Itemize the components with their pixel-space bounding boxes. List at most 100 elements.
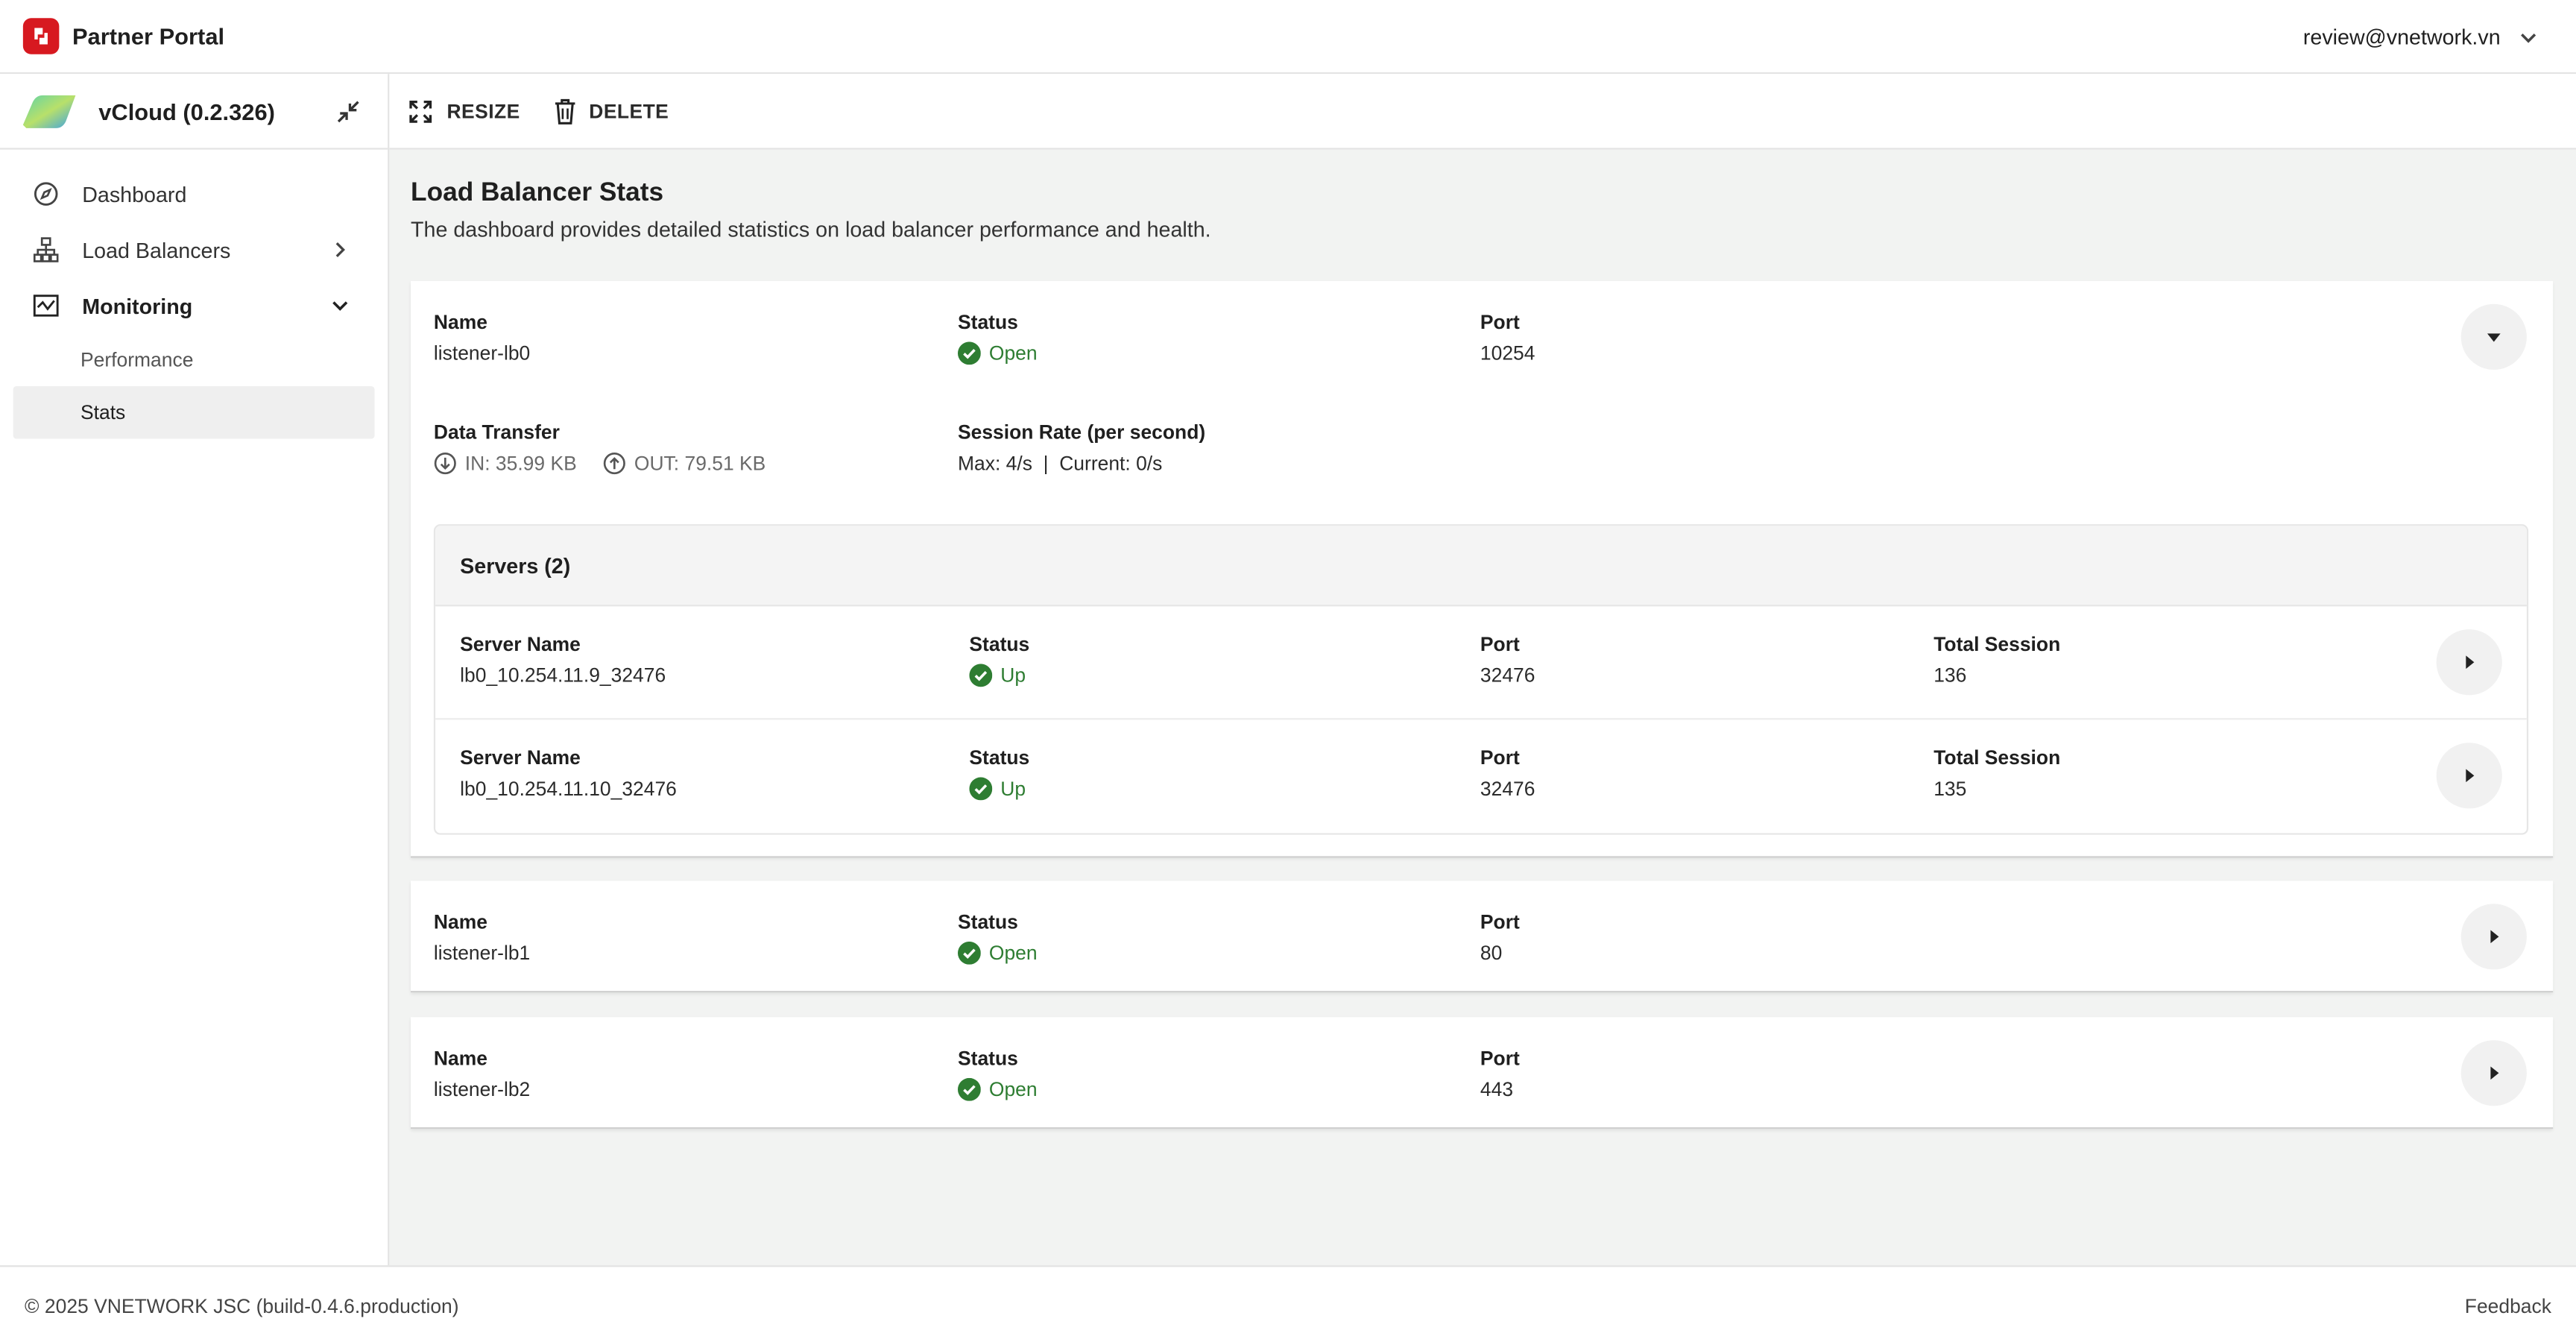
resize-button[interactable]: RESIZE <box>408 98 520 124</box>
listener-name-field: Name listener-lb1 <box>434 910 530 965</box>
field-label: Port <box>1480 910 1520 933</box>
data-transfer-values: IN: 35.99 KB OUT: 79.51 KB <box>434 452 765 475</box>
field-label: Name <box>433 310 487 334</box>
server-name-field: Server Name lb0_10.254.11.10_32476 <box>460 746 677 801</box>
listener-name-field: Name listener-lb2 <box>434 1047 530 1101</box>
status-badge: Up <box>969 777 1029 801</box>
copyright-text: © 2025 VNETWORK JSC (build-0.4.6.product… <box>25 1294 459 1318</box>
sidebar-item-load-balancers[interactable]: Load Balancers <box>0 222 388 278</box>
server-name-field: Server Name lb0_10.254.11.9_32476 <box>460 633 666 687</box>
caret-right-icon <box>2490 930 2499 944</box>
check-circle-icon <box>969 777 993 801</box>
servers-title: Servers (2) <box>435 526 2527 607</box>
sidebar-nav: Dashboard Load Balancers Monitoring Perf… <box>0 150 388 439</box>
table-row: Server Name lb0_10.254.11.9_32476 Status… <box>435 606 2527 720</box>
server-name: lb0_10.254.11.10_32476 <box>460 777 677 801</box>
delete-label: DELETE <box>589 99 669 123</box>
field-label: Port <box>1480 310 1520 334</box>
check-circle-icon <box>957 341 981 365</box>
field-label: Session Rate (per second) <box>957 420 1206 444</box>
servers-panel: Servers (2) Server Name lb0_10.254.11.9_… <box>433 524 2529 835</box>
footer: © 2025 VNETWORK JSC (build-0.4.6.product… <box>0 1265 2576 1339</box>
cloud-logo-icon <box>22 94 76 127</box>
status-badge: Open <box>957 941 1038 965</box>
status-badge: Open <box>957 341 1038 365</box>
caret-down-icon <box>2487 333 2501 342</box>
listener-name: listener-lb1 <box>433 941 531 965</box>
field-label: Status <box>969 632 1030 656</box>
listener-port-field: Port 443 <box>1480 1047 1520 1101</box>
session-rate-values: Max: 4/s | Current: 0/s <box>957 452 1163 475</box>
resize-label: RESIZE <box>446 99 520 123</box>
server-port-field: Port 32476 <box>1480 633 1535 687</box>
server-total-session: 135 <box>1933 777 1967 801</box>
sidebar-subitem-performance[interactable]: Performance <box>13 333 375 386</box>
listener-status-field: Status Open <box>957 910 1038 965</box>
check-circle-icon <box>957 941 981 965</box>
delete-button[interactable]: DELETE <box>553 98 669 124</box>
sidebar-item-label: Dashboard <box>82 181 187 207</box>
project-name: vCloud (0.2.326) <box>98 98 275 125</box>
listener-port: 10254 <box>1480 341 1535 365</box>
main-content: Load Balancer Stats The dashboard provid… <box>389 149 2576 1266</box>
expand-server-button[interactable] <box>2436 629 2502 696</box>
feedback-link[interactable]: Feedback <box>2465 1295 2551 1318</box>
server-name: lb0_10.254.11.9_32476 <box>460 664 666 687</box>
top-bar: Partner Portal review@vnetwork.vn <box>0 0 2576 75</box>
user-menu[interactable]: review@vnetwork.vn <box>2303 0 2540 74</box>
sidebar-item-dashboard[interactable]: Dashboard <box>0 166 388 222</box>
server-status-field: Status Up <box>969 633 1029 687</box>
listener-name-field: Name listener-lb0 <box>434 311 530 365</box>
action-toolbar: RESIZE DELETE <box>389 74 2576 150</box>
status-text: Up <box>1000 664 1026 687</box>
expand-listener-button[interactable] <box>2460 904 2527 970</box>
field-label: Server Name <box>460 632 581 656</box>
server-total-session-field: Total Session 136 <box>1933 633 2060 687</box>
collapse-icon <box>337 101 359 123</box>
monitoring-icon <box>31 291 61 321</box>
field-label: Status <box>957 910 1018 933</box>
server-status-field: Status Up <box>969 746 1029 801</box>
field-label: Port <box>1480 746 1520 769</box>
expand-icon <box>409 99 432 122</box>
sidebar: vCloud (0.2.326) Dashboard Load Balancer… <box>0 74 390 1266</box>
page-description: The dashboard provides detailed statisti… <box>411 216 1211 242</box>
check-circle-icon <box>957 1077 981 1101</box>
listener-card-lb1: Name listener-lb1 Status Open Port 80 <box>411 880 2554 993</box>
server-port: 32476 <box>1480 777 1535 801</box>
listener-name: listener-lb0 <box>433 341 531 365</box>
brand-logo-icon[interactable] <box>22 18 60 54</box>
caret-right-icon <box>2466 655 2475 670</box>
sidebar-item-monitoring[interactable]: Monitoring <box>0 277 388 333</box>
field-label: Status <box>969 746 1030 769</box>
field-label: Server Name <box>460 746 581 769</box>
sitemap-icon <box>31 235 61 265</box>
project-header: vCloud (0.2.326) <box>0 74 388 150</box>
listener-port-field: Port 80 <box>1480 910 1520 965</box>
listener-status-field: Status Open <box>957 311 1038 365</box>
expand-server-button[interactable] <box>2436 743 2502 809</box>
status-badge: Up <box>969 664 1029 687</box>
collapse-listener-button[interactable] <box>2460 303 2527 370</box>
field-label: Total Session <box>1933 632 2061 656</box>
app-root: Partner Portal review@vnetwork.vn vCloud… <box>0 0 2576 1339</box>
chevron-down-icon <box>2521 32 2536 42</box>
data-out: OUT: 79.51 KB <box>634 452 766 475</box>
field-label: Name <box>433 910 487 933</box>
sidebar-subitem-stats[interactable]: Stats <box>13 385 375 439</box>
server-port-field: Port 32476 <box>1480 746 1535 801</box>
data-transfer-field: Data Transfer IN: 35.99 KB OUT: 79.51 KB <box>434 420 765 475</box>
server-port: 32476 <box>1480 664 1535 687</box>
collapse-sidebar-button[interactable] <box>335 98 362 133</box>
trash-icon <box>554 98 575 124</box>
table-row: Server Name lb0_10.254.11.10_32476 Statu… <box>435 719 2527 833</box>
field-label: Total Session <box>1933 746 2061 769</box>
listener-port: 80 <box>1480 941 1503 965</box>
expand-listener-button[interactable] <box>2460 1040 2527 1106</box>
chevron-down-icon <box>332 301 348 311</box>
field-label: Name <box>433 1047 487 1070</box>
listener-status-field: Status Open <box>957 1047 1038 1101</box>
listener-name: listener-lb2 <box>433 1077 531 1101</box>
user-email: review@vnetwork.vn <box>2302 25 2501 50</box>
data-in: IN: 35.99 KB <box>464 452 577 475</box>
